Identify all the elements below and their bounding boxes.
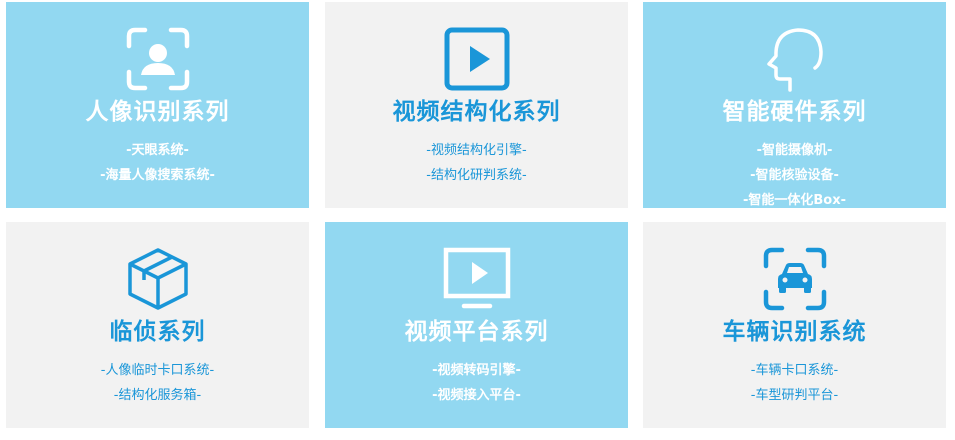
card-item[interactable]: -视频转码引擎- (325, 358, 628, 383)
card-item-list: -车辆卡口系统- -车型研判平台- (643, 358, 946, 408)
box-cube-icon (123, 244, 193, 314)
card-item[interactable]: -海量人像搜索系统- (6, 163, 309, 188)
card-smart-hardware[interactable]: 智能硬件系列 -智能摄像机- -智能核验设备- -智能一体化Box- (643, 2, 946, 208)
card-title: 智能硬件系列 (722, 99, 867, 125)
car-recognition-icon (760, 244, 830, 314)
card-item[interactable]: -结构化研判系统- (325, 163, 628, 188)
face-recognition-icon (123, 24, 193, 94)
card-video-platform[interactable]: 视频平台系列 -视频转码引擎- -视频接入平台- (325, 222, 628, 428)
card-title: 车辆识别系统 (722, 319, 867, 345)
card-video-structuring[interactable]: 视频结构化系列 -视频结构化引擎- -结构化研判系统- (325, 2, 628, 208)
card-item-list: -天眼系统- -海量人像搜索系统- (6, 138, 309, 188)
card-item[interactable]: -视频接入平台- (325, 383, 628, 408)
card-title: 视频平台系列 (404, 319, 549, 345)
card-item[interactable]: -智能核验设备- (643, 163, 946, 188)
card-vehicle-recognition[interactable]: 车辆识别系统 -车辆卡口系统- -车型研判平台- (643, 222, 946, 428)
card-title: 视频结构化系列 (392, 99, 561, 125)
card-item[interactable]: -车型研判平台- (643, 383, 946, 408)
card-investigation[interactable]: 临侦系列 -人像临时卡口系统- -结构化服务箱- (6, 222, 309, 428)
card-item-list: -视频转码引擎- -视频接入平台- (325, 358, 628, 408)
card-item[interactable]: -车辆卡口系统- (643, 358, 946, 383)
card-title: 人像识别系列 (85, 99, 230, 125)
card-item[interactable]: -智能摄像机- (643, 138, 946, 163)
card-item-list: -智能摄像机- -智能核验设备- -智能一体化Box- (643, 138, 946, 213)
monitor-play-icon (442, 244, 512, 314)
card-title: 临侦系列 (109, 319, 206, 345)
card-face-recognition[interactable]: 人像识别系列 -天眼系统- -海量人像搜索系统- (6, 2, 309, 208)
card-item[interactable]: -视频结构化引擎- (325, 138, 628, 163)
video-play-icon (442, 24, 512, 94)
card-item[interactable]: -人像临时卡口系统- (6, 358, 309, 383)
card-item-list: -人像临时卡口系统- -结构化服务箱- (6, 358, 309, 408)
card-item[interactable]: -天眼系统- (6, 138, 309, 163)
human-head-icon (760, 24, 830, 94)
card-item[interactable]: -结构化服务箱- (6, 383, 309, 408)
card-item[interactable]: -智能一体化Box- (643, 188, 946, 213)
card-item-list: -视频结构化引擎- -结构化研判系统- (325, 138, 628, 188)
